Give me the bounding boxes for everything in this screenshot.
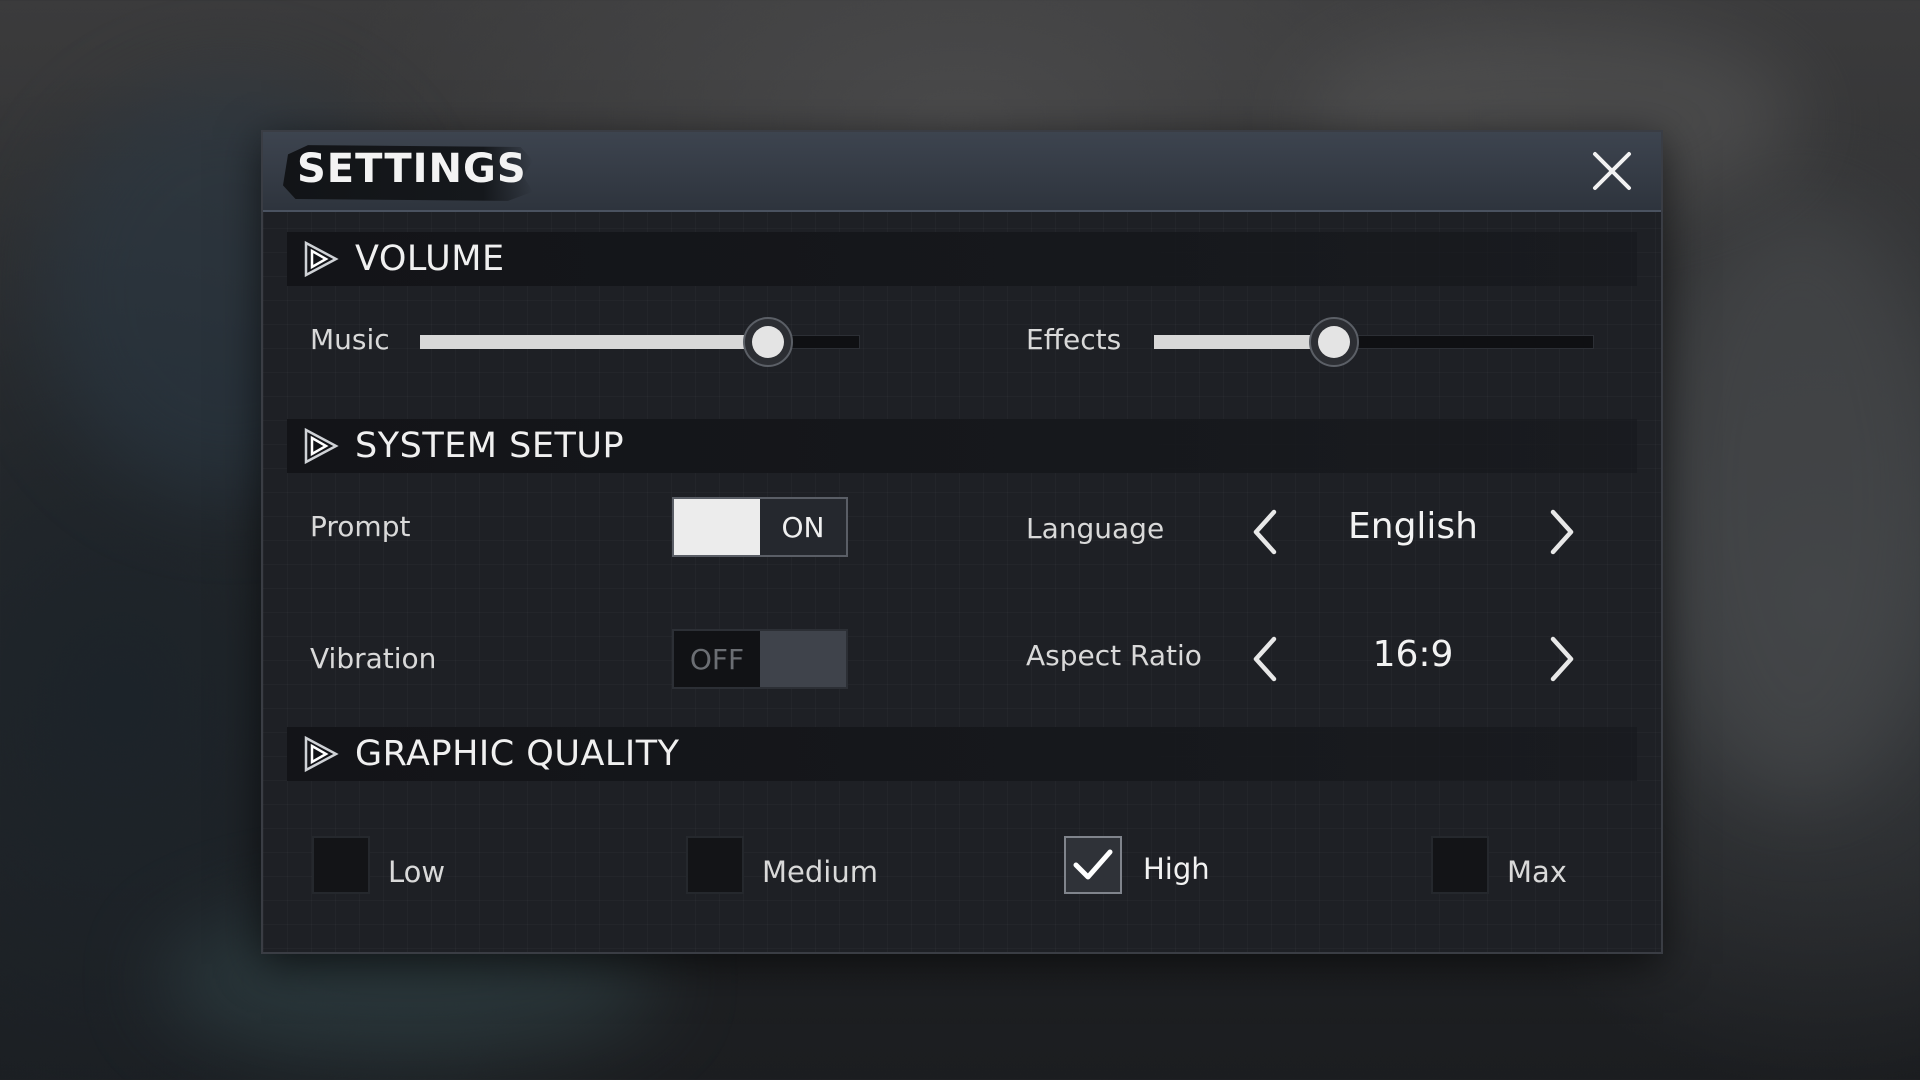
play-triangle-icon xyxy=(304,735,339,773)
quality-medium-checkbox[interactable] xyxy=(686,836,744,894)
effects-label: Effects xyxy=(1026,323,1122,356)
section-title: VOLUME xyxy=(355,239,505,279)
toggle-knob xyxy=(760,631,846,687)
checkmark-icon xyxy=(1073,849,1113,880)
music-label: Music xyxy=(310,323,390,356)
quality-max-label[interactable]: Max xyxy=(1507,855,1567,889)
chevron-left-icon xyxy=(1253,509,1277,555)
toggle-state-label: ON xyxy=(781,510,825,544)
settings-dialog: SETTINGS VOLUME Music Effects SYSTEM SET… xyxy=(261,130,1663,954)
close-button[interactable] xyxy=(1589,148,1635,194)
quality-max-checkbox[interactable] xyxy=(1431,836,1489,894)
section-title: SYSTEM SETUP xyxy=(355,426,625,466)
aspect-ratio-value: 16:9 xyxy=(1372,634,1454,675)
toggle-knob xyxy=(674,499,760,555)
vibration-toggle[interactable]: OFF xyxy=(672,629,848,689)
quality-low-label[interactable]: Low xyxy=(388,855,445,889)
section-title: GRAPHIC QUALITY xyxy=(355,734,680,774)
language-prev-button[interactable] xyxy=(1248,507,1282,557)
dialog-title: SETTINGS xyxy=(297,146,527,192)
prompt-label: Prompt xyxy=(310,510,411,543)
quality-high-checkbox[interactable] xyxy=(1064,836,1122,894)
prompt-toggle[interactable]: ON xyxy=(672,497,848,557)
quality-high-label[interactable]: High xyxy=(1143,852,1210,886)
slider-fill xyxy=(420,335,768,349)
slider-handle[interactable] xyxy=(1309,317,1359,367)
language-next-button[interactable] xyxy=(1545,507,1579,557)
close-icon xyxy=(1593,152,1631,190)
play-triangle-icon xyxy=(304,427,339,465)
background-blur xyxy=(1650,200,1920,800)
effects-slider[interactable] xyxy=(1154,317,1594,367)
vibration-label: Vibration xyxy=(310,642,437,675)
chevron-right-icon xyxy=(1550,509,1574,555)
music-slider[interactable] xyxy=(420,317,860,367)
section-header-graphic-quality: GRAPHIC QUALITY xyxy=(287,727,1637,781)
quality-medium-label[interactable]: Medium xyxy=(762,855,878,889)
language-label: Language xyxy=(1026,512,1165,545)
slider-handle[interactable] xyxy=(743,317,793,367)
toggle-state-label: OFF xyxy=(689,642,745,676)
language-value: English xyxy=(1348,506,1478,547)
section-header-system-setup: SYSTEM SETUP xyxy=(287,419,1637,473)
title-bar: SETTINGS xyxy=(263,132,1661,212)
aspect-ratio-next-button[interactable] xyxy=(1545,634,1579,684)
play-triangle-icon xyxy=(304,240,339,278)
aspect-ratio-prev-button[interactable] xyxy=(1248,634,1282,684)
aspect-ratio-label: Aspect Ratio xyxy=(1026,639,1202,672)
section-header-volume: VOLUME xyxy=(287,232,1637,286)
chevron-right-icon xyxy=(1550,636,1574,682)
chevron-left-icon xyxy=(1253,636,1277,682)
quality-low-checkbox[interactable] xyxy=(312,836,370,894)
slider-fill xyxy=(1154,335,1334,349)
